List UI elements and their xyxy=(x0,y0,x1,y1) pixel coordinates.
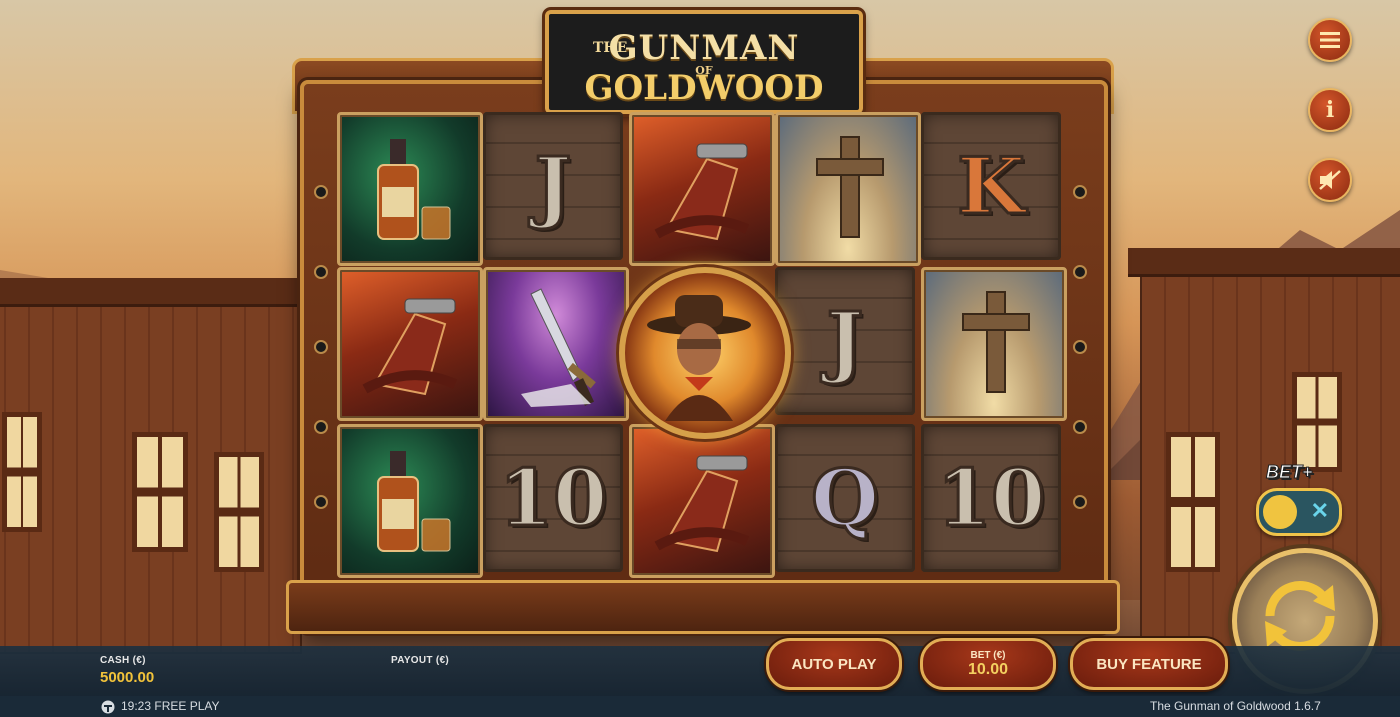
symbol-10: 10 xyxy=(921,424,1061,572)
frame-pin xyxy=(1073,185,1087,199)
bet-plus-toggle[interactable]: ✕ xyxy=(1256,488,1342,536)
frame-pin xyxy=(1073,420,1087,434)
symbol-letter: K xyxy=(956,139,1027,233)
symbol-holster-gun xyxy=(629,112,775,266)
frame-pin xyxy=(314,265,328,279)
cross-icon xyxy=(816,136,884,238)
bet-plus-label: BET+ xyxy=(1266,462,1314,483)
info-button[interactable]: i xyxy=(1308,88,1352,132)
symbol-grave-cross xyxy=(921,267,1067,421)
whiskey-bottle-icon xyxy=(377,451,451,552)
buy-feature-label: BUY FEATURE xyxy=(1096,655,1202,673)
logo-goldwood: GOLDWOOD xyxy=(584,68,824,108)
auto-play-button[interactable]: AUTO PLAY xyxy=(766,638,902,690)
clock-mode-text: 19:23 FREE PLAY xyxy=(121,699,220,713)
bet-label: BET (€) xyxy=(970,649,1006,661)
frame-bottom-rail xyxy=(286,580,1120,634)
payout-label: PAYOUT (€) xyxy=(391,655,450,666)
whiskey-bottle-icon xyxy=(377,139,451,240)
symbol-letter: J xyxy=(825,294,865,388)
logo-gunman: GUNMAN xyxy=(608,28,800,68)
auto-play-label: AUTO PLAY xyxy=(791,655,877,673)
symbol-k: K xyxy=(921,112,1061,260)
symbol-dagger xyxy=(483,267,629,421)
symbol-q: Q xyxy=(775,424,915,572)
symbol-whiskey-bottle xyxy=(337,424,483,578)
dagger-icon xyxy=(521,288,596,407)
close-icon: ✕ xyxy=(1310,498,1329,523)
game-provider-icon xyxy=(101,700,115,714)
symbol-whiskey-bottle xyxy=(337,112,483,266)
symbol-letter: J xyxy=(533,139,573,233)
symbol-letter: 10 xyxy=(935,451,1047,545)
cash-value: 5000.00 xyxy=(100,669,155,686)
cash-label: CASH (€) xyxy=(100,655,146,666)
symbol-letter: 10 xyxy=(497,451,609,545)
symbol-grave-cross xyxy=(775,112,921,266)
holster-gun-icon xyxy=(654,143,750,241)
sound-muted-icon xyxy=(1319,170,1341,190)
frame-pin xyxy=(314,420,328,434)
symbol-letter: Q xyxy=(810,451,881,545)
frame-pin xyxy=(1073,340,1087,354)
sound-toggle-button[interactable] xyxy=(1308,158,1352,202)
frame-pin xyxy=(1073,265,1087,279)
version-text: The Gunman of Goldwood 1.6.7 xyxy=(1150,699,1321,713)
frame-pin xyxy=(314,185,328,199)
symbol-holster-gun xyxy=(629,424,775,578)
bet-button[interactable]: BET (€) 10.00 xyxy=(920,638,1056,690)
symbol-j: J xyxy=(775,267,915,415)
frame-pin xyxy=(1073,495,1087,509)
bet-value: 10.00 xyxy=(967,660,1009,678)
cross-icon xyxy=(962,291,1030,393)
symbol-gunman-wild xyxy=(619,267,791,439)
holster-gun-icon xyxy=(654,455,750,553)
holster-gun-icon xyxy=(362,298,458,396)
frame-pin xyxy=(314,340,328,354)
symbol-j: J xyxy=(483,112,623,260)
reel-grid: J 10 J Q K 10 xyxy=(337,112,1067,582)
buy-feature-button[interactable]: BUY FEATURE xyxy=(1070,638,1228,690)
toggle-knob xyxy=(1263,495,1297,529)
menu-button[interactable] xyxy=(1308,18,1352,62)
symbol-holster-gun xyxy=(337,267,483,421)
left-building xyxy=(0,278,314,654)
hamburger-menu-icon xyxy=(1320,32,1340,48)
gunman-icon xyxy=(647,295,751,421)
info-icon: i xyxy=(1325,97,1335,123)
symbol-10: 10 xyxy=(483,424,623,572)
frame-pin xyxy=(314,495,328,509)
game-logo: THE GUNMAN OF GOLDWOOD xyxy=(545,10,863,114)
